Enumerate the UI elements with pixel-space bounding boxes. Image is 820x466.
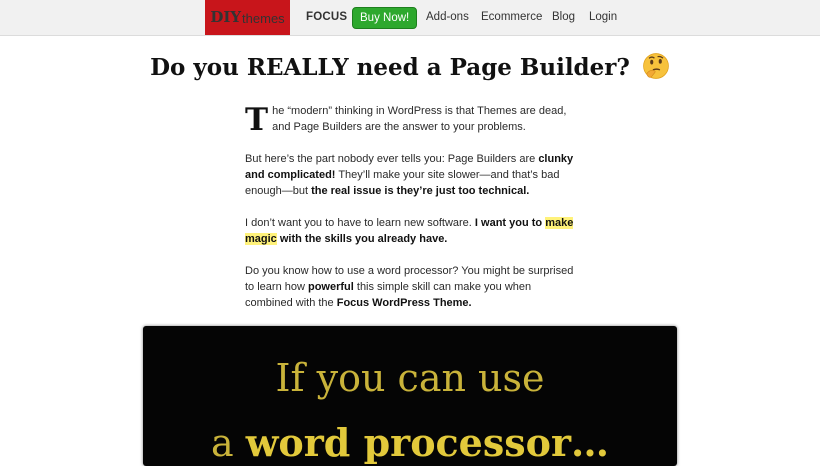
nav-login-link[interactable]: Login bbox=[589, 0, 617, 35]
nav-addons-link[interactable]: Add-ons bbox=[426, 0, 469, 35]
p3-bold-d: with the skills you already have. bbox=[276, 233, 448, 245]
intro-text: he “modern” thinking in WordPress is tha… bbox=[272, 105, 567, 133]
p4-bold-powerful: powerful bbox=[307, 281, 354, 293]
video-caption-line1: If you can use bbox=[275, 356, 545, 400]
paragraph-page-builders: But here’s the part nobody ever tells yo… bbox=[245, 151, 577, 199]
video-caption-line2: a word processor… bbox=[143, 420, 677, 465]
paragraph-make-magic: I don’t want you to have to learn new so… bbox=[245, 215, 577, 247]
nav-ecommerce-link[interactable]: Ecommerce bbox=[481, 0, 542, 35]
logo-diy-text: DIY bbox=[210, 8, 242, 26]
page-headline: Do you REALLY need a Page Builder? bbox=[0, 52, 820, 81]
video-caption-line2-a: a bbox=[210, 421, 246, 465]
thinking-face-icon bbox=[643, 53, 669, 79]
top-navigation: DIY themes FOCUS Buy Now! Add-ons Ecomme… bbox=[0, 0, 820, 36]
video-player[interactable]: If you can use a word processor… bbox=[143, 326, 677, 466]
article-body: The “modern” thinking in WordPress is th… bbox=[245, 103, 577, 327]
p2-text-a: But here’s the part nobody ever tells yo… bbox=[245, 153, 539, 165]
diythemes-logo[interactable]: DIY themes bbox=[205, 0, 290, 35]
nav-blog-link[interactable]: Blog bbox=[552, 0, 575, 35]
buy-now-button[interactable]: Buy Now! bbox=[352, 7, 418, 29]
logo-themes-text: themes bbox=[242, 11, 285, 26]
p4-bold-focus-theme: Focus WordPress Theme. bbox=[336, 297, 472, 309]
headline-text: Do you REALLY need a Page Builder? bbox=[150, 54, 630, 81]
video-caption-line2-b: word processor… bbox=[245, 420, 610, 465]
p2-bold-real-issue: the real issue is they’re just too techn… bbox=[311, 185, 530, 197]
drop-cap: T bbox=[245, 102, 269, 138]
p3-bold-b: I want you to bbox=[474, 217, 546, 229]
p3-text-a: I don’t want you to have to learn new so… bbox=[245, 217, 475, 229]
paragraph-word-processor: Do you know how to use a word processor?… bbox=[245, 263, 577, 311]
paragraph-intro: The “modern” thinking in WordPress is th… bbox=[245, 102, 577, 138]
nav-focus-link[interactable]: FOCUS bbox=[306, 0, 347, 35]
